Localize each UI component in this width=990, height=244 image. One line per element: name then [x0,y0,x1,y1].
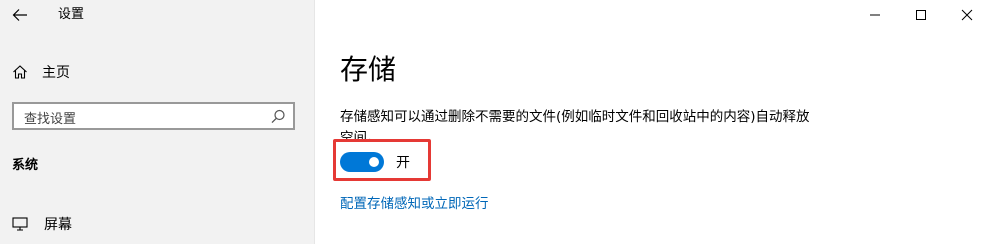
search-input[interactable]: 查找设置 [12,102,295,130]
back-button[interactable] [8,4,32,26]
configure-storage-sense-link[interactable]: 配置存储感知或立即运行 [340,192,489,212]
search-icon[interactable] [269,108,287,126]
sidebar: 设置 主页 查找设置 系统 屏幕 [0,0,314,244]
back-arrow-icon [12,9,27,21]
highlight-annotation [333,139,431,181]
maximize-button[interactable] [898,0,944,30]
home-icon [13,65,27,79]
sidebar-item-label: 主页 [42,65,70,81]
monitor-icon [12,217,28,231]
settings-window: 设置 主页 查找设置 系统 屏幕 存储 存储感知可以通过删除不需要的文件(例如临… [0,0,990,244]
close-button[interactable] [944,0,990,30]
pane-divider [314,0,315,244]
sidebar-item-home[interactable]: 主页 [12,60,70,84]
sidebar-item-label: 屏幕 [44,217,72,233]
close-icon [961,9,973,21]
storage-sense-description: 存储感知可以通过删除不需要的文件(例如临时文件和回收站中的内容)自动释放空间。 [340,109,810,139]
page-title: 存储 [340,53,397,86]
sidebar-item-display[interactable]: 屏幕 [12,212,72,236]
section-header-system: 系统 [12,158,39,173]
minimize-button[interactable] [852,0,898,30]
window-controls [852,0,990,30]
maximize-icon [916,10,926,20]
minimize-icon [870,14,880,16]
search-placeholder: 查找设置 [24,112,77,127]
window-title: 设置 [58,7,85,22]
